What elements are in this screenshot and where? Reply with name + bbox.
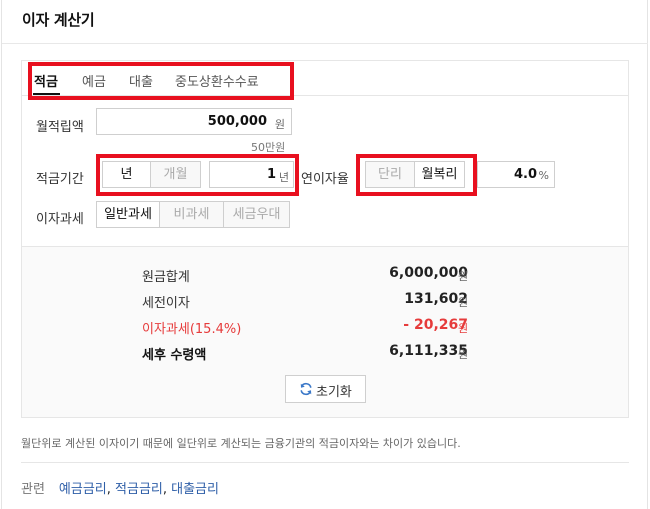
result-pretax-interest-label: 세전이자 bbox=[142, 296, 190, 311]
tax-general-button[interactable]: 일반과세 bbox=[96, 201, 160, 228]
tax-label: 이자과세 bbox=[36, 212, 84, 227]
period-label: 적금기간 bbox=[36, 172, 84, 187]
calculator-panel: 적금 예금 대출 중도상환수수료 월적립액 500,000 원 50만원 적금기… bbox=[21, 60, 629, 418]
monthly-deposit-value: 500,000 bbox=[207, 114, 267, 129]
related-label: 관련 bbox=[21, 482, 45, 497]
monthly-deposit-input[interactable]: 500,000 원 bbox=[96, 108, 292, 135]
monthly-deposit-unit: 원 bbox=[274, 118, 285, 131]
related-link-loan-rate[interactable]: 대출금리 bbox=[171, 482, 219, 497]
tab-prepayment-fee[interactable]: 중도상환수수료 bbox=[175, 71, 259, 90]
result-principal-label: 원금합계 bbox=[142, 270, 190, 285]
period-unit-year-button[interactable]: 년 bbox=[102, 161, 151, 188]
tab-loan[interactable]: 대출 bbox=[129, 71, 153, 90]
period-unit: 년 bbox=[278, 171, 289, 184]
widget-title: 이자 계산기 bbox=[22, 11, 95, 29]
tab-deposit[interactable]: 예금 bbox=[82, 71, 106, 90]
result-tax-unit: 원 bbox=[458, 322, 469, 335]
result-pretax-interest-unit: 원 bbox=[458, 296, 469, 309]
related-link-savings-rate[interactable]: 적금금리 bbox=[115, 482, 163, 497]
related-links: 관련 예금금리, 적금금리, 대출금리 bbox=[21, 482, 219, 497]
reset-button[interactable]: 초기화 bbox=[285, 375, 366, 403]
interest-rate-value: 4.0 bbox=[513, 167, 537, 182]
tab-savings[interactable]: 적금 bbox=[34, 71, 58, 90]
tabs-divider bbox=[22, 95, 628, 96]
result-after-tax-label: 세후 수령액 bbox=[142, 348, 207, 363]
rate-simple-button[interactable]: 단리 bbox=[365, 161, 415, 188]
period-value: 1 bbox=[266, 167, 276, 182]
result-principal-unit: 원 bbox=[458, 270, 469, 283]
calculation-note: 월단위로 계산된 이자이기 때문에 일단위로 계산되는 금융기관의 적금이자와는… bbox=[21, 437, 461, 450]
tax-exempt-button[interactable]: 비과세 bbox=[159, 201, 224, 228]
tax-preferential-button[interactable]: 세금우대 bbox=[223, 201, 290, 228]
result-tax-label: 이자과세(15.4%) bbox=[142, 322, 242, 337]
interest-rate-unit: % bbox=[538, 169, 549, 182]
reset-label: 초기화 bbox=[316, 385, 352, 400]
monthly-deposit-hint: 50만원 bbox=[251, 141, 286, 154]
result-principal-value: 6,000,000 bbox=[389, 265, 468, 281]
bottom-divider bbox=[21, 462, 629, 463]
monthly-deposit-label: 월적립액 bbox=[36, 120, 84, 135]
related-link-deposit-rate[interactable]: 예금금리 bbox=[59, 482, 107, 497]
result-after-tax-value: 6,111,335 bbox=[389, 343, 468, 359]
interest-rate-label: 연이자율 bbox=[301, 172, 349, 187]
result-after-tax-unit: 원 bbox=[458, 348, 469, 361]
widget-header: 이자 계산기 bbox=[2, 0, 648, 44]
interest-rate-input[interactable]: 4.0 % bbox=[477, 161, 555, 188]
rate-monthly-compound-button[interactable]: 월복리 bbox=[414, 161, 465, 188]
period-unit-month-button[interactable]: 개월 bbox=[150, 161, 201, 188]
refresh-icon bbox=[300, 382, 312, 396]
period-input[interactable]: 1 년 bbox=[209, 161, 294, 188]
